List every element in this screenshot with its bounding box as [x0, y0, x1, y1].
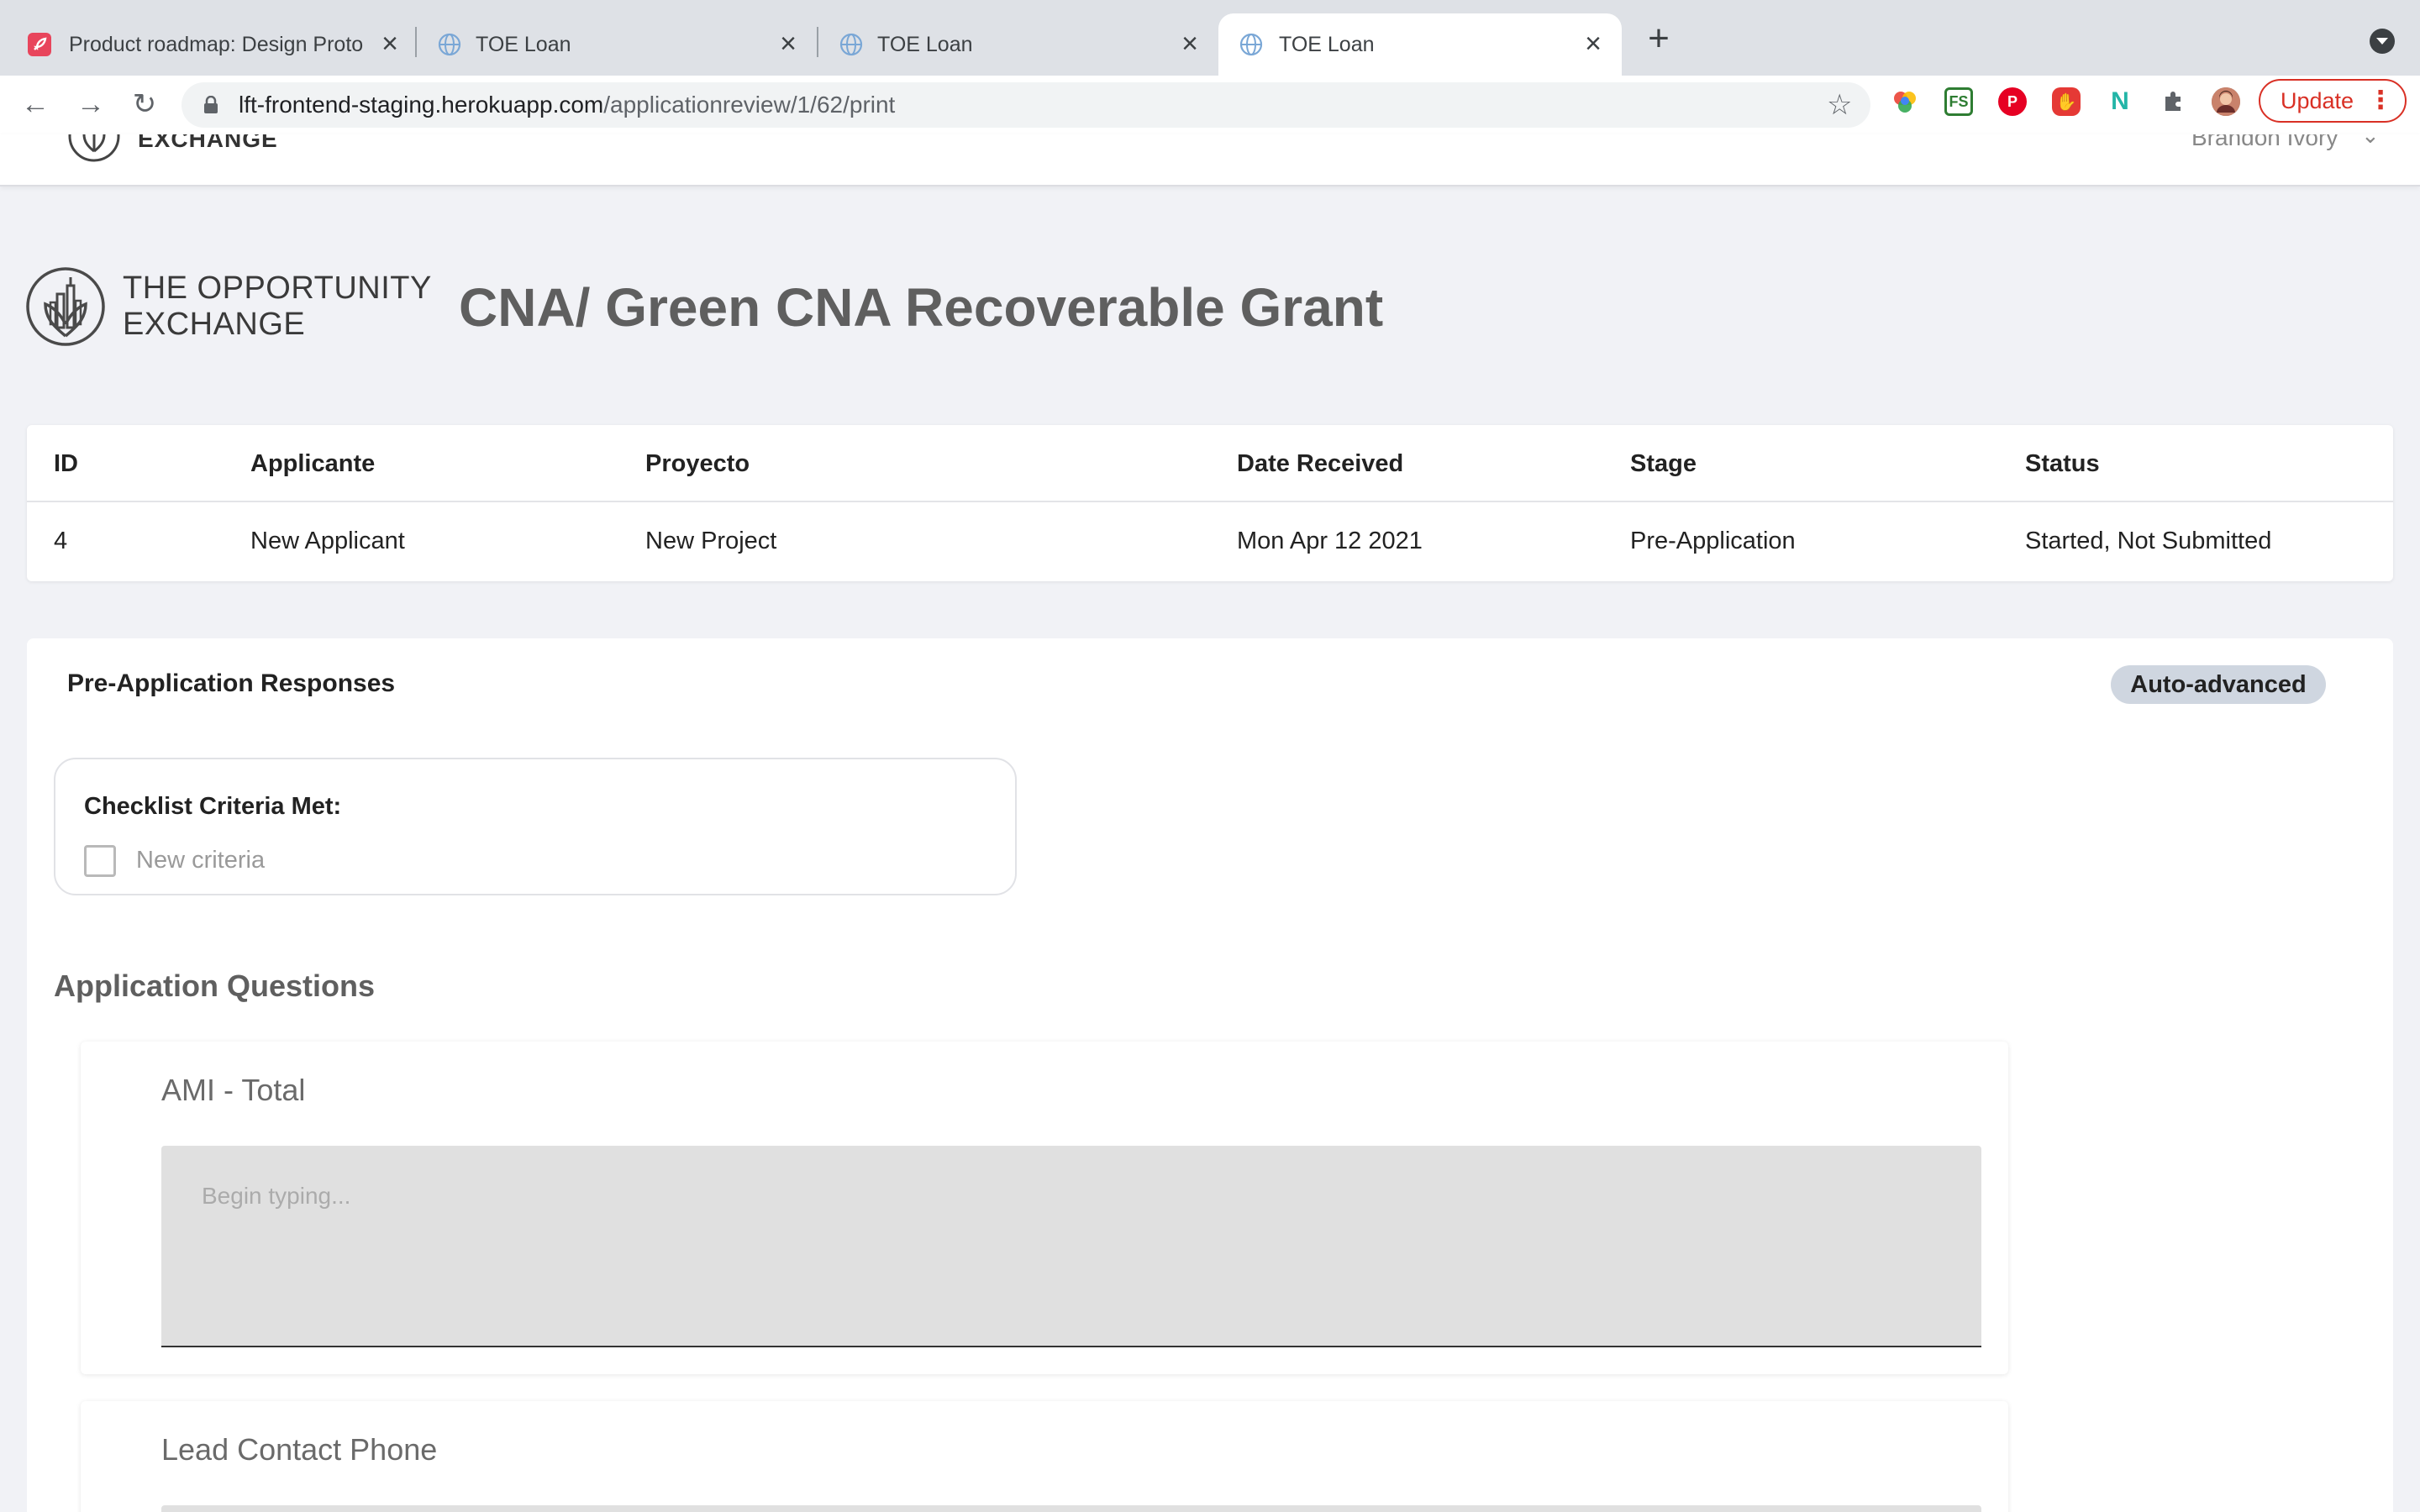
- app-header: EXCHANGE Brandon Ivory ⌄: [0, 134, 2420, 186]
- checklist-title: Checklist Criteria Met:: [84, 793, 342, 820]
- column-header-project: Proyecto: [645, 450, 750, 477]
- back-arrow-icon[interactable]: ←: [17, 86, 54, 123]
- forward-arrow-icon[interactable]: →: [72, 86, 109, 123]
- responses-title: Pre-Application Responses: [67, 669, 396, 697]
- cell-project: New Project: [645, 528, 777, 554]
- tab-title: Product roadmap: Design Proto: [69, 33, 364, 56]
- update-button[interactable]: Update ⋮: [2259, 79, 2407, 123]
- header-logo-icon[interactable]: [67, 134, 121, 163]
- new-tab-button[interactable]: +: [1642, 20, 1676, 57]
- question-card-lead-contact-phone: Lead Contact Phone: [81, 1401, 2008, 1512]
- criteria-checkbox[interactable]: [84, 845, 116, 877]
- column-header-status: Status: [2025, 450, 2100, 477]
- column-header-applicant: Applicante: [250, 450, 376, 477]
- header-logo-text: EXCHANGE: [138, 134, 278, 152]
- menu-dots-icon[interactable]: ⋮: [2368, 81, 2393, 121]
- question-label: Lead Contact Phone: [161, 1432, 438, 1467]
- lock-icon: [204, 96, 218, 113]
- globe-favicon-icon: [1239, 33, 1263, 56]
- lead-contact-phone-input[interactable]: [161, 1505, 1981, 1512]
- profile-avatar[interactable]: [2212, 87, 2240, 116]
- pre-application-responses-card: Pre-Application Responses Auto-advanced …: [27, 638, 2393, 1512]
- bookmark-star-icon[interactable]: ☆: [1827, 89, 1852, 121]
- application-questions-heading: Application Questions: [54, 969, 376, 1003]
- tab-product-roadmap[interactable]: Product roadmap: Design Proto ×: [0, 13, 415, 76]
- rocket-favicon-icon: [28, 33, 51, 56]
- question-card-ami-total: AMI - Total: [81, 1042, 2008, 1374]
- tab-toe-loan-2[interactable]: TOE Loan ×: [818, 13, 1218, 76]
- column-header-date-received: Date Received: [1237, 450, 1404, 477]
- fs-extension-icon[interactable]: FS: [1944, 87, 1973, 116]
- page-title: CNA/ Green CNA Recoverable Grant: [459, 277, 1384, 338]
- color-wheel-icon[interactable]: [1891, 87, 1919, 116]
- url-text: lft-frontend-staging.herokuapp.com/appli…: [239, 92, 896, 118]
- close-tab-icon[interactable]: ×: [773, 29, 803, 59]
- question-label: AMI - Total: [161, 1073, 306, 1107]
- browser-tab-strip: Product roadmap: Design Proto × TOE Loan…: [0, 0, 2420, 76]
- tab-search-icon[interactable]: [2370, 29, 2395, 54]
- checklist-criteria-box: Checklist Criteria Met: New criteria: [54, 758, 1017, 895]
- cell-status: Started, Not Submitted: [2025, 528, 2272, 554]
- column-header-id: ID: [54, 450, 78, 477]
- ami-total-input[interactable]: [161, 1146, 1981, 1347]
- close-tab-icon[interactable]: ×: [1578, 29, 1608, 59]
- user-name[interactable]: Brandon Ivory: [2191, 134, 2338, 151]
- application-summary-table: ID Applicante Proyecto Date Received Sta…: [27, 425, 2393, 581]
- tab-title: TOE Loan: [877, 33, 973, 56]
- n-extension-icon[interactable]: N: [2106, 87, 2134, 116]
- cell-date-received: Mon Apr 12 2021: [1237, 528, 1423, 554]
- puzzle-extensions-icon[interactable]: [2160, 87, 2188, 116]
- cell-stage: Pre-Application: [1630, 528, 1796, 554]
- table-header-row: ID Applicante Proyecto Date Received Sta…: [27, 425, 2393, 502]
- opportunity-exchange-logo-icon: [26, 267, 105, 346]
- cell-id: 4: [54, 528, 68, 554]
- tab-title: TOE Loan: [476, 33, 571, 56]
- reload-icon[interactable]: ↻: [126, 86, 163, 123]
- globe-favicon-icon: [839, 33, 863, 56]
- auto-advanced-badge: Auto-advanced: [2111, 665, 2326, 704]
- address-bar[interactable]: lft-frontend-staging.herokuapp.com/appli…: [182, 82, 1870, 128]
- tab-toe-loan-active[interactable]: TOE Loan ×: [1218, 13, 1622, 76]
- pinterest-icon[interactable]: P: [1998, 87, 2027, 116]
- globe-favicon-icon: [438, 33, 461, 56]
- adblock-icon[interactable]: ✋: [2052, 87, 2081, 116]
- criteria-label: New criteria: [136, 847, 266, 874]
- brand-name: THE OPPORTUNITY EXCHANGE: [123, 270, 432, 342]
- tab-title: TOE Loan: [1279, 33, 1375, 56]
- column-header-stage: Stage: [1630, 450, 1697, 477]
- cell-applicant: New Applicant: [250, 528, 405, 554]
- close-tab-icon[interactable]: ×: [1175, 29, 1205, 59]
- chevron-down-icon[interactable]: ⌄: [2361, 134, 2380, 149]
- close-tab-icon[interactable]: ×: [375, 29, 405, 59]
- tab-toe-loan-1[interactable]: TOE Loan ×: [417, 13, 817, 76]
